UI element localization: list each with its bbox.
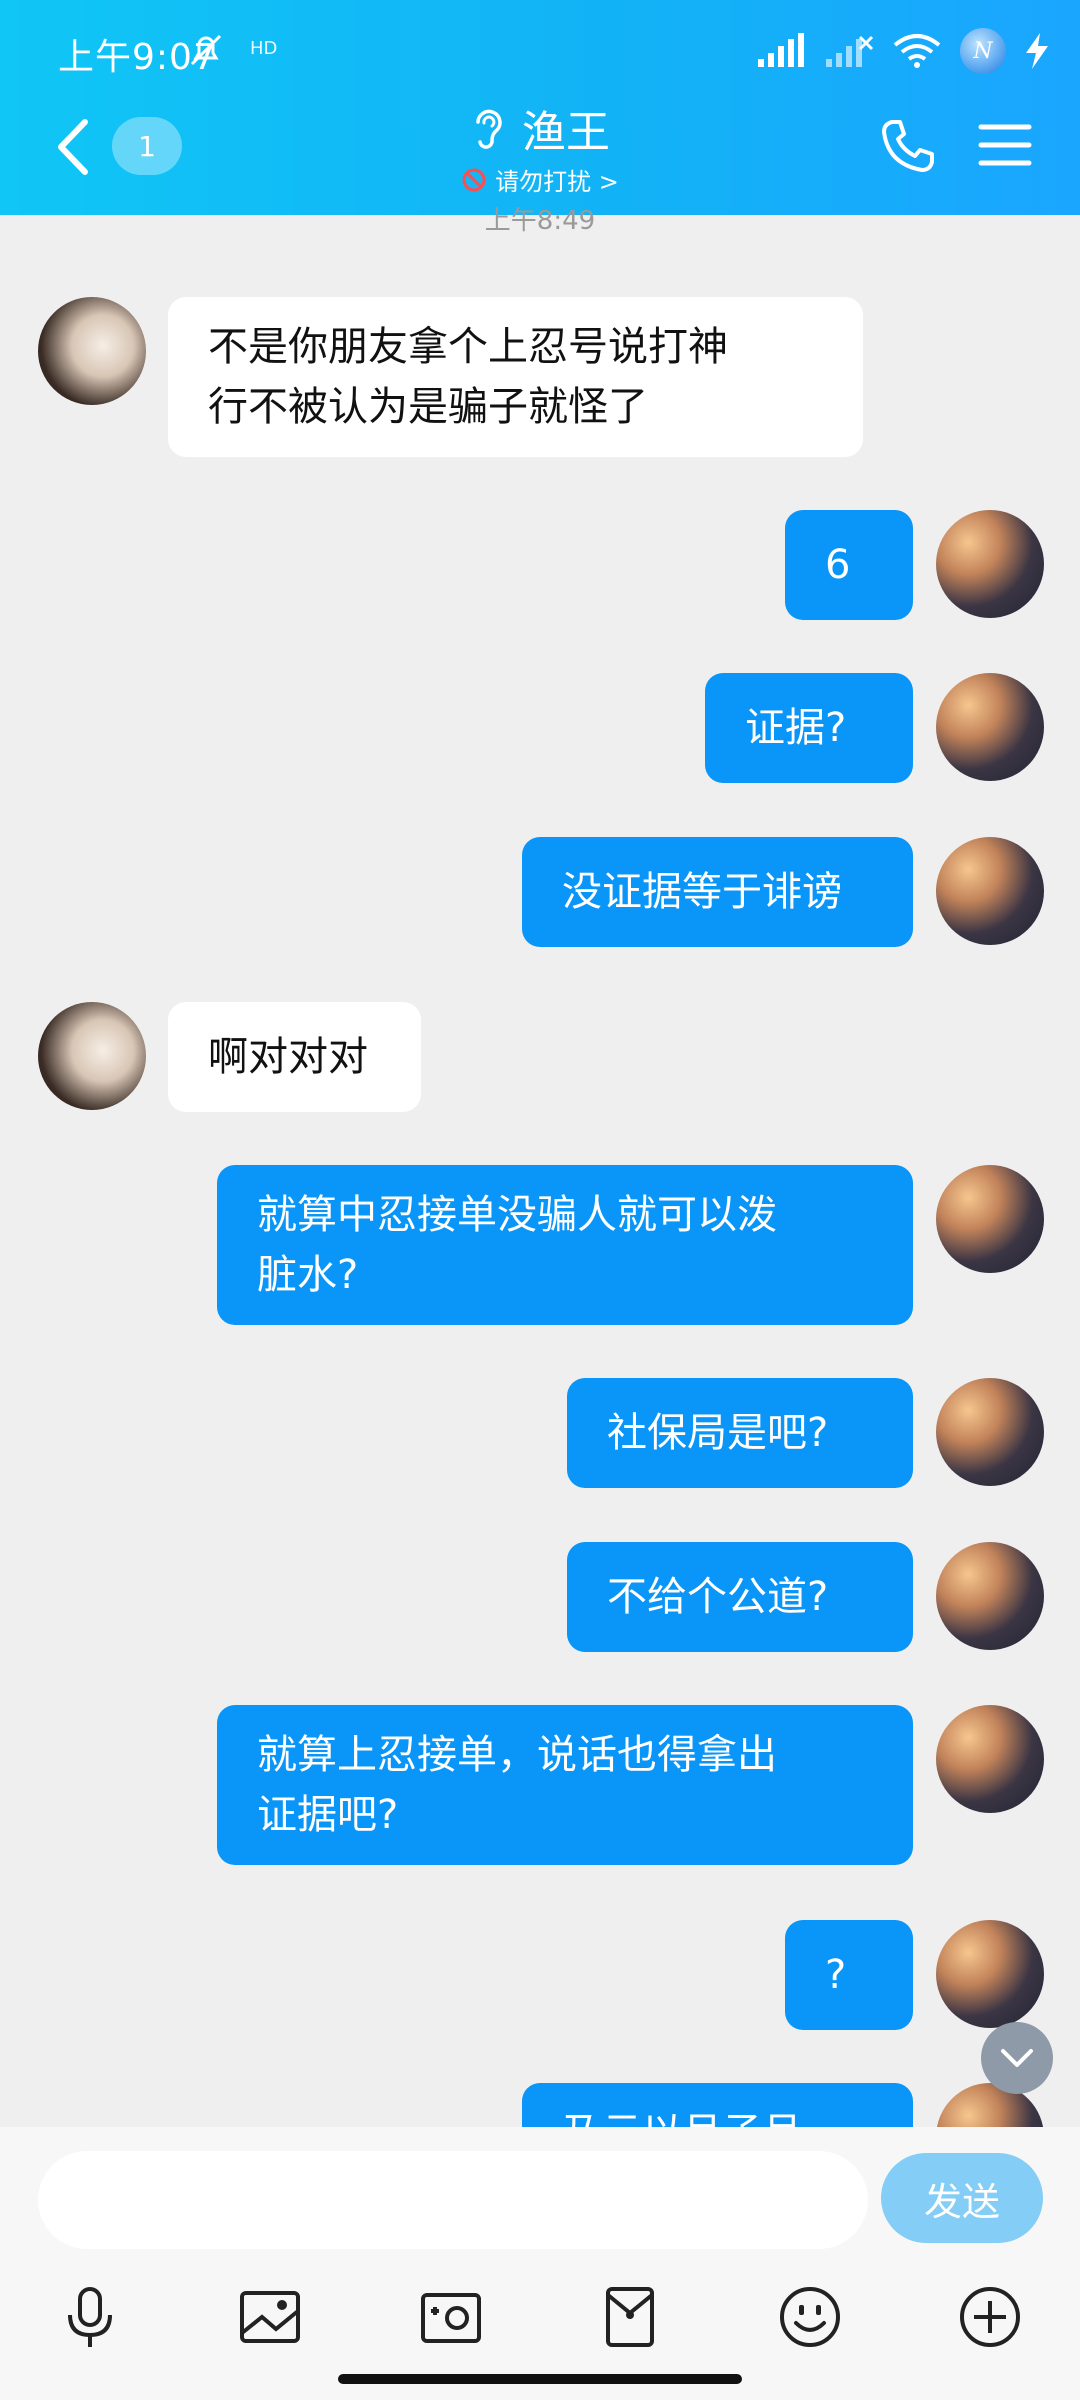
phone-icon[interactable]: [880, 118, 936, 174]
message-bubble[interactable]: 证据?: [705, 673, 913, 783]
signal-icon: [758, 33, 804, 67]
battery-badge-icon: N: [960, 28, 1006, 74]
message-bubble[interactable]: 不是你朋友拿个上忍号说打神 行不被认为是骗子就怪了: [168, 297, 863, 457]
plus-icon[interactable]: [956, 2283, 1024, 2351]
my-avatar[interactable]: [936, 837, 1044, 945]
wifi-icon: [893, 34, 941, 68]
menu-icon[interactable]: [978, 122, 1032, 168]
status-hd-label: HD: [250, 38, 278, 59]
message-bubble[interactable]: 不给个公道?: [567, 1542, 913, 1652]
message-list[interactable]: 不是你朋友拿个上忍号说打神 行不被认为是骗子就怪了 6 证据? 没证据等于诽谤 …: [0, 215, 1080, 2127]
my-avatar[interactable]: [936, 1705, 1044, 1813]
message-bubble[interactable]: 6: [785, 510, 913, 620]
signal-2-icon: [826, 35, 874, 67]
my-avatar[interactable]: [936, 1920, 1044, 2028]
message-bubble[interactable]: 就算上忍接单，说话也得拿出 证据吧?: [217, 1705, 913, 1865]
emoji-icon[interactable]: [776, 2283, 844, 2351]
microphone-icon[interactable]: [56, 2283, 124, 2351]
home-indicator[interactable]: [338, 2374, 742, 2384]
message-bubble[interactable]: 乃云以月子月: [522, 2083, 913, 2127]
contact-status[interactable]: 请勿打扰 >: [495, 162, 619, 197]
message-bubble[interactable]: ?: [785, 1920, 913, 2030]
message-bubble[interactable]: 啊对对对: [168, 1002, 421, 1112]
composer: 发送: [0, 2127, 1080, 2400]
status-right: N: [756, 28, 1050, 74]
my-avatar[interactable]: [936, 1542, 1044, 1650]
message-input[interactable]: [38, 2151, 868, 2249]
friend-avatar[interactable]: [38, 297, 146, 405]
contact-name: 渔王: [522, 107, 610, 158]
do-not-disturb-icon: [462, 168, 486, 191]
ear-icon: [476, 109, 502, 149]
my-avatar[interactable]: [936, 673, 1044, 781]
chat-header: 上午9:07 HD N 1 渔王 请勿打扰 >: [0, 0, 1080, 215]
my-avatar[interactable]: [936, 1378, 1044, 1486]
charging-bolt-icon: [1026, 33, 1048, 69]
chevron-down-icon: [1001, 2049, 1033, 2067]
status-bar: 上午9:07 HD N: [0, 0, 1080, 100]
message-bubble[interactable]: 没证据等于诽谤: [522, 837, 913, 947]
scroll-to-bottom-button[interactable]: [981, 2022, 1053, 2094]
composer-toolbar: [0, 2277, 1080, 2377]
camera-icon[interactable]: [417, 2283, 485, 2351]
mute-bell-icon: [190, 34, 222, 66]
message-bubble[interactable]: 就算中忍接单没骗人就可以泼 脏水?: [217, 1165, 913, 1325]
my-avatar[interactable]: [936, 1165, 1044, 1273]
friend-avatar[interactable]: [38, 1002, 146, 1110]
my-avatar[interactable]: [936, 510, 1044, 618]
image-icon[interactable]: [236, 2283, 304, 2351]
message-bubble[interactable]: 社保局是吧?: [567, 1378, 913, 1488]
send-button[interactable]: 发送: [881, 2153, 1043, 2243]
red-packet-icon[interactable]: [596, 2283, 664, 2351]
